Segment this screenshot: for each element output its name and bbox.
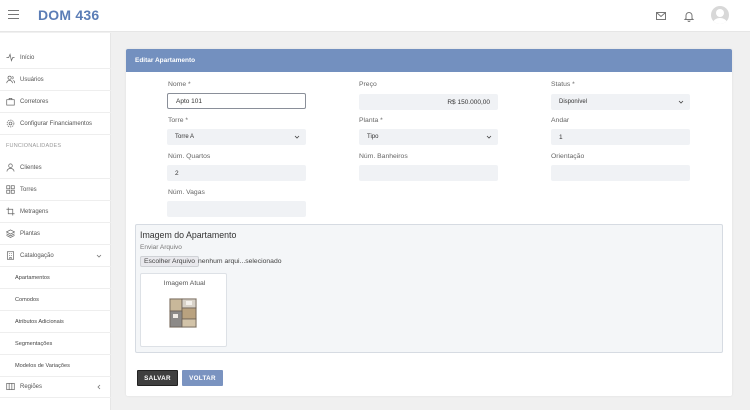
user-icon xyxy=(6,163,15,172)
send-file-label: Enviar Arquivo xyxy=(140,244,182,251)
torre-label: Torre * xyxy=(168,117,189,124)
andar-label: Andar xyxy=(551,117,570,124)
sidebar-item-configurar-financiamentos[interactable]: Configurar Financiamentos xyxy=(0,113,111,135)
sidebar-subitem-modelos-de-variacoes[interactable]: Modelos de Variações xyxy=(0,355,111,377)
sidebar-item-torres[interactable]: Torres xyxy=(0,179,111,201)
current-image-label: Imagem Atual xyxy=(163,280,206,287)
sidebar-item-label: Clientes xyxy=(20,164,42,171)
card-title: Editar Apartamento xyxy=(126,49,732,72)
torre-select[interactable]: Torre A xyxy=(167,129,306,145)
sidebar-item-label: Catalogação xyxy=(20,252,54,259)
chevron-down-icon xyxy=(294,135,300,139)
sidebar-item-label: Corretores xyxy=(20,98,49,105)
quartos-label: Núm. Quartos xyxy=(168,153,211,160)
map-icon xyxy=(6,382,15,391)
briefcase-icon xyxy=(6,97,15,106)
sidebar-item-label: Regiões xyxy=(20,383,43,390)
sidebar-item-label: Torres xyxy=(20,186,37,193)
crop-icon xyxy=(6,207,15,216)
status-select[interactable]: Disponível xyxy=(551,94,690,110)
banheiros-input[interactable] xyxy=(359,165,498,181)
sidebar-item-metragens[interactable]: Metragens xyxy=(0,201,111,223)
sidebar-item-label: Plantas xyxy=(20,230,41,237)
torre-value: Torre A xyxy=(175,134,195,140)
gear-icon xyxy=(6,119,15,128)
chevron-down-icon xyxy=(678,100,684,104)
sidebar-item-label: Início xyxy=(20,54,35,61)
mail-icon[interactable] xyxy=(654,9,668,23)
sidebar-subitem-atributos-adicionais[interactable]: Atributos Adicionais xyxy=(0,311,111,333)
planta-select[interactable]: Tipo xyxy=(359,129,498,145)
sidebar-subitem-comodos[interactable]: Comodos xyxy=(0,289,111,311)
image-upload-panel: Imagem do Apartamento Enviar Arquivo Esc… xyxy=(135,224,723,353)
activity-icon xyxy=(6,53,15,62)
andar-input[interactable]: 1 xyxy=(551,129,690,145)
building-icon xyxy=(6,251,15,260)
image-section-title: Imagem do Apartamento xyxy=(140,230,237,240)
back-button[interactable]: VOLTAR xyxy=(182,370,223,386)
status-value: Disponível xyxy=(559,99,588,105)
users-icon xyxy=(6,75,15,84)
chevron-down-icon xyxy=(96,254,102,258)
chevron-down-icon xyxy=(486,135,492,139)
sidebar-item-usuarios[interactable]: Usuários xyxy=(0,69,111,91)
preco-input[interactable]: R$ 150.000,00 xyxy=(359,94,498,110)
sidebar-item-clientes[interactable]: Clientes xyxy=(0,157,111,179)
quartos-value: 2 xyxy=(175,169,179,177)
sidebar-item-catalogacao[interactable]: Catalogação xyxy=(0,245,111,267)
sidebar-subitem-apartamentos[interactable]: Apartamentos xyxy=(0,267,111,289)
sidebar-section-title: FUNCIONALIDADES xyxy=(6,143,62,149)
nome-value: Apto 101 xyxy=(176,97,203,105)
sidebar-item-label: Usuários xyxy=(20,76,44,83)
preco-value: R$ 150.000,00 xyxy=(447,98,490,106)
file-status-text: nenhum arqui...selecionado xyxy=(198,258,282,265)
layers-icon xyxy=(6,229,15,238)
sidebar-item-inicio[interactable]: Início xyxy=(0,47,111,69)
brand-logo[interactable]: DOM 436 xyxy=(38,7,99,23)
orientacao-label: Orientação xyxy=(551,153,585,160)
quartos-input[interactable]: 2 xyxy=(167,165,306,181)
sidebar: Início Usuários Corretores Configurar Fi… xyxy=(0,33,111,410)
top-header: DOM 436 xyxy=(0,0,750,32)
vagas-input[interactable] xyxy=(167,201,306,217)
current-image-box: Imagem Atual xyxy=(140,273,227,347)
bell-icon[interactable] xyxy=(682,9,696,23)
sidebar-item-label: Metragens xyxy=(20,208,49,215)
planta-label: Planta * xyxy=(359,117,383,124)
hamburger-icon[interactable] xyxy=(8,10,19,20)
choose-file-button[interactable]: Escolher Arquivo xyxy=(140,256,200,267)
preco-label: Preço xyxy=(359,81,377,88)
nome-label: Nome * xyxy=(168,81,191,88)
banheiros-label: Núm. Banheiros xyxy=(359,153,408,160)
orientacao-input[interactable] xyxy=(551,165,690,181)
sidebar-item-regioes[interactable]: Regiões xyxy=(0,376,111,398)
sidebar-item-corretores[interactable]: Corretores xyxy=(0,91,111,113)
chevron-left-icon xyxy=(97,384,101,390)
planta-value: Tipo xyxy=(367,134,379,140)
sidebar-item-label: Configurar Financiamentos xyxy=(20,120,93,127)
status-label: Status * xyxy=(551,81,575,88)
save-button[interactable]: SALVAR xyxy=(137,370,178,386)
floorplan-thumbnail xyxy=(169,298,197,328)
sidebar-item-plantas[interactable]: Plantas xyxy=(0,223,111,245)
vagas-label: Núm. Vagas xyxy=(168,189,205,196)
user-avatar-icon[interactable] xyxy=(711,6,729,24)
grid-icon xyxy=(6,185,15,194)
nome-input[interactable]: Apto 101 xyxy=(167,93,306,109)
edit-apartment-card: Editar Apartamento Nome * Apto 101 Preço… xyxy=(126,49,732,396)
andar-value: 1 xyxy=(559,133,563,141)
sidebar-subitem-segmentacoes[interactable]: Segmentações xyxy=(0,333,111,355)
